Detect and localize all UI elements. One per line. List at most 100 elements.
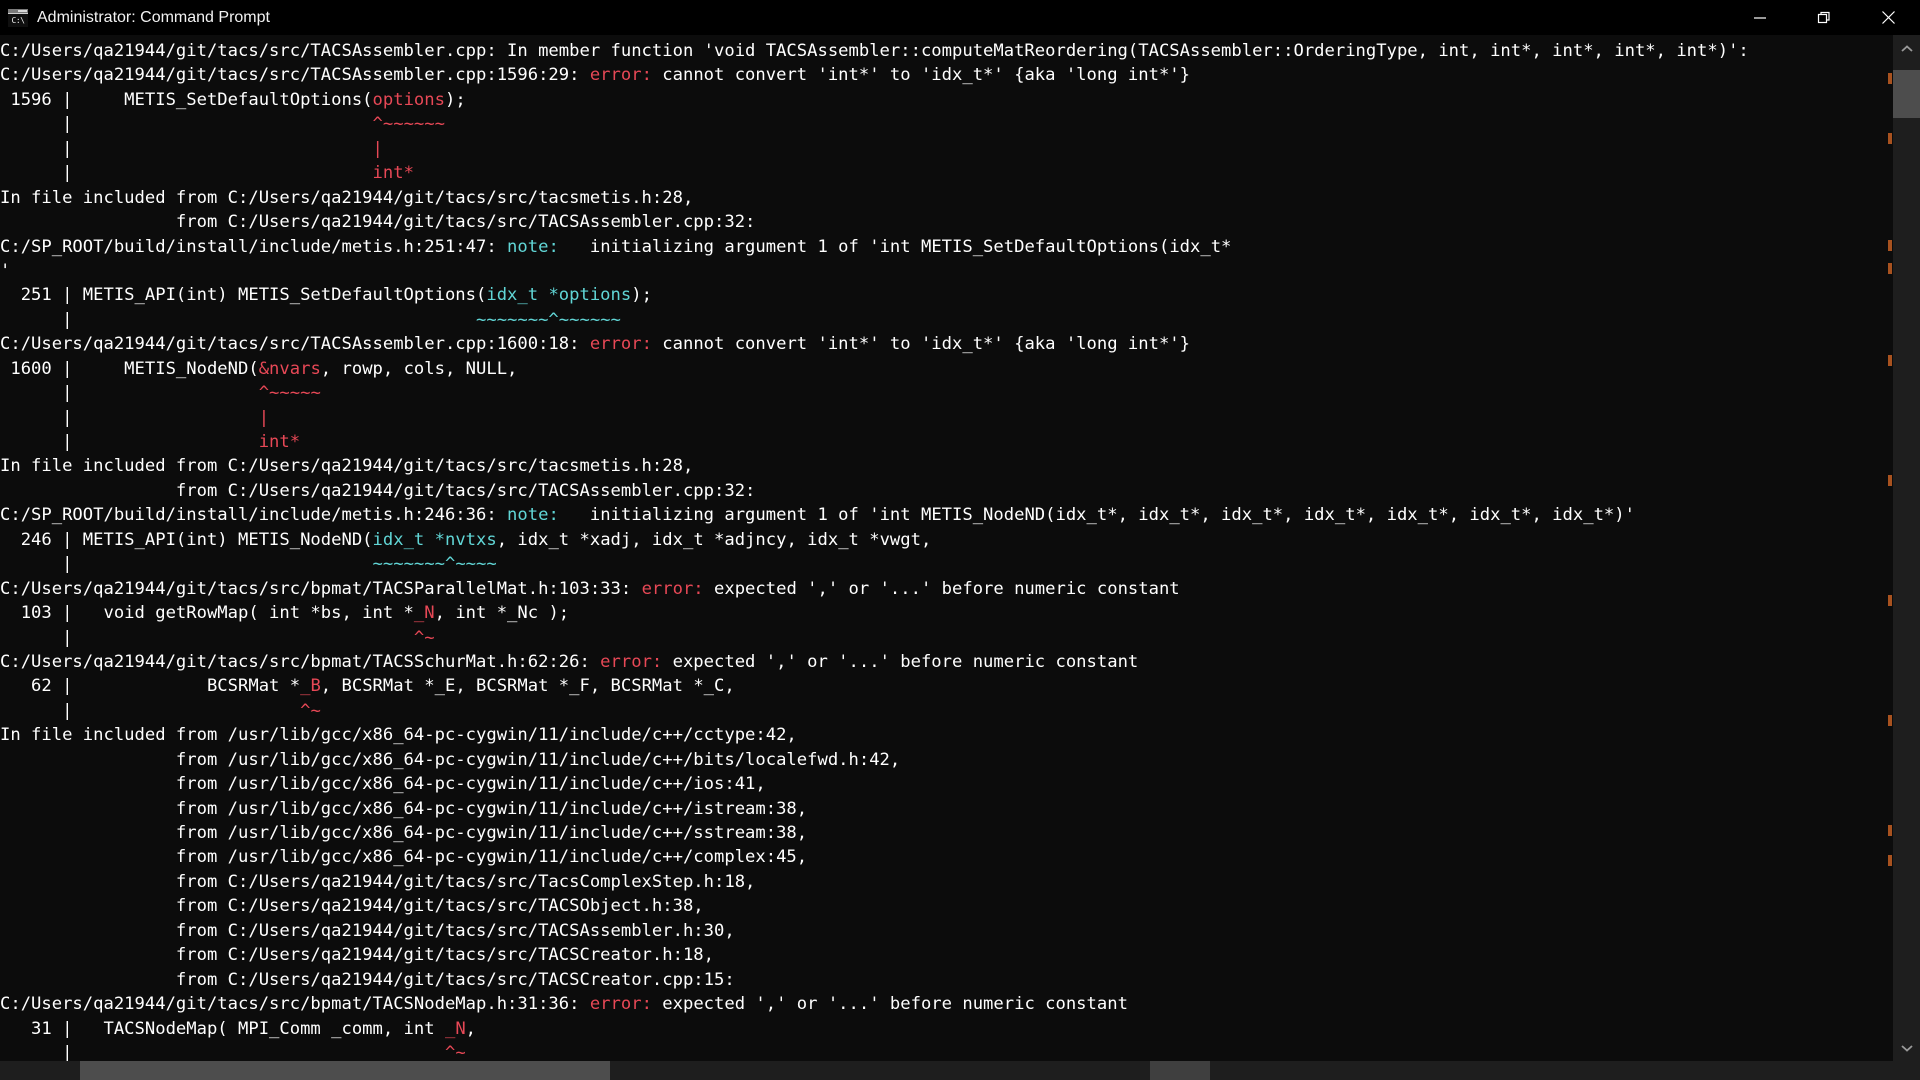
terminal-span: | <box>0 627 414 648</box>
terminal-line: C:/Users/qa21944/git/tacs/src/bpmat/TACS… <box>0 992 1893 1016</box>
terminal-span: from C:/Users/qa21944/git/tacs/src/TacsC… <box>0 871 756 892</box>
terminal-line: C:/Users/qa21944/git/tacs/src/TACSAssemb… <box>0 63 1893 87</box>
terminal-span: ~~~~~~~^~~~~ <box>372 554 497 575</box>
terminal-span: error: <box>589 334 652 355</box>
terminal-span: idx_t *options <box>486 285 632 306</box>
maximize-restore-button[interactable] <box>1792 0 1856 35</box>
scroll-up-arrow-icon[interactable] <box>1893 35 1920 62</box>
horizontal-scrollbar-segment[interactable] <box>1150 1061 1210 1080</box>
terminal-span: _B <box>300 676 321 697</box>
terminal-span: _N <box>444 1018 466 1039</box>
terminal-span: ^~~~~~~ <box>372 114 445 135</box>
terminal-line: | | <box>0 406 1893 430</box>
terminal-span: initializing argument 1 of 'int METIS_Se… <box>558 236 1232 257</box>
scrollbar-corner <box>1893 1061 1920 1080</box>
console-output-area[interactable]: C:/Users/qa21944/git/tacs/src/TACSAssemb… <box>0 35 1920 1080</box>
terminal-line: from /usr/lib/gcc/x86_64-pc-cygwin/11/in… <box>0 821 1893 845</box>
terminal-span: ~~~~~~~^~~~~~~ <box>476 309 621 330</box>
terminal-span: C:/Users/qa21944/git/tacs/src/bpmat/TACS… <box>0 651 601 672</box>
terminal-span: expected ',' or '...' before numeric con… <box>662 651 1139 672</box>
terminal-line: C:/Users/qa21944/git/tacs/src/TACSAssemb… <box>0 39 1893 63</box>
window-titlebar[interactable]: C:\ Administrator: Command Prompt <box>0 0 1920 35</box>
terminal-line: C:/Users/qa21944/git/tacs/src/bpmat/TACS… <box>0 577 1893 601</box>
terminal-span: | <box>0 700 301 721</box>
terminal-span: note: <box>507 505 559 526</box>
terminal-span: | <box>0 1042 445 1063</box>
terminal-line: | ^~ <box>0 626 1893 650</box>
terminal-line: 31 | TACSNodeMap( MPI_Comm _comm, int _N… <box>0 1017 1893 1041</box>
horizontal-scrollbar[interactable] <box>0 1061 1920 1080</box>
terminal-span: | <box>0 163 373 184</box>
terminal-span: | <box>0 138 373 159</box>
terminal-span: | <box>372 138 383 159</box>
terminal-span: from C:/Users/qa21944/git/tacs/src/TACSC… <box>0 969 735 990</box>
terminal-span: C:/Users/qa21944/git/tacs/src/TACSAssemb… <box>0 65 590 86</box>
terminal-span: 1596 | METIS_SetDefaultOptions( <box>0 89 373 110</box>
vertical-scrollbar-thumb[interactable] <box>1893 70 1920 118</box>
terminal-span: C:/SP_ROOT/build/install/include/metis.h… <box>0 236 508 257</box>
terminal-span: int* <box>372 163 414 184</box>
terminal-span: int* <box>258 432 301 452</box>
terminal-line: 251 | METIS_API(int) METIS_SetDefaultOpt… <box>0 283 1893 307</box>
terminal-line: C:/Users/qa21944/git/tacs/src/bpmat/TACS… <box>0 650 1893 674</box>
terminal-span: expected ',' or '...' before numeric con… <box>703 578 1180 599</box>
terminal-span: 1600 | METIS_NodeND( <box>0 358 259 379</box>
terminal-span: ^~ <box>413 627 435 648</box>
terminal-line: from /usr/lib/gcc/x86_64-pc-cygwin/11/in… <box>0 845 1893 869</box>
window-title: Administrator: Command Prompt <box>37 9 270 26</box>
terminal-span: , rowp, cols, NULL, <box>320 358 518 379</box>
terminal-span: from C:/Users/qa21944/git/tacs/src/TACSA… <box>0 480 756 501</box>
terminal-line: 103 | void getRowMap( int *bs, int *_N, … <box>0 601 1893 625</box>
terminal-line: | int* <box>0 161 1893 185</box>
scroll-down-arrow-icon[interactable] <box>1893 1034 1920 1061</box>
terminal-span: error: <box>589 65 652 86</box>
terminal-span: 62 | BCSRMat * <box>0 676 301 697</box>
terminal-span: ^~ <box>300 700 321 721</box>
terminal-span: ' <box>0 260 11 281</box>
close-button[interactable] <box>1856 0 1920 35</box>
terminal-span: ^~ <box>444 1042 466 1063</box>
terminal-span: ^~~~~~ <box>258 383 321 404</box>
terminal-line: | | <box>0 137 1893 161</box>
terminal-span: ); <box>631 285 652 306</box>
terminal-line: In file included from /usr/lib/gcc/x86_6… <box>0 723 1893 747</box>
titlebar-drag-region[interactable] <box>270 0 1728 35</box>
terminal-span: cannot convert 'int*' to 'idx_t*' {aka '… <box>651 65 1191 86</box>
terminal-text[interactable]: C:/Users/qa21944/git/tacs/src/TACSAssemb… <box>0 35 1893 1080</box>
terminal-span: note: <box>507 236 559 257</box>
terminal-span: | <box>0 407 259 428</box>
minimize-button[interactable] <box>1728 0 1792 35</box>
terminal-line: 62 | BCSRMat *_B, BCSRMat *_E, BCSRMat *… <box>0 674 1893 698</box>
window-controls <box>1728 0 1920 35</box>
terminal-line: | ^~~~~~ <box>0 381 1893 405</box>
terminal-line: from C:/Users/qa21944/git/tacs/src/TACSO… <box>0 894 1893 918</box>
terminal-span: , int *_Nc ); <box>434 603 570 624</box>
terminal-line: ' <box>0 259 1893 283</box>
terminal-span: | <box>0 383 259 404</box>
terminal-span: initializing argument 1 of 'int METIS_No… <box>558 505 1635 526</box>
terminal-line: In file included from C:/Users/qa21944/g… <box>0 454 1893 478</box>
horizontal-scrollbar-thumb[interactable] <box>80 1061 610 1080</box>
terminal-span: | <box>0 309 476 330</box>
terminal-line: from C:/Users/qa21944/git/tacs/src/TACSC… <box>0 943 1893 967</box>
terminal-line: | ~~~~~~~^~~~~~~ <box>0 308 1893 332</box>
terminal-line: 1596 | METIS_SetDefaultOptions(options); <box>0 88 1893 112</box>
terminal-span: 246 | METIS_API(int) METIS_NodeND( <box>0 529 373 550</box>
terminal-span: cannot convert 'int*' to 'idx_t*' {aka '… <box>651 334 1191 355</box>
vertical-scrollbar[interactable] <box>1893 35 1920 1080</box>
terminal-span: | <box>0 432 259 452</box>
terminal-line: from C:/Users/qa21944/git/tacs/src/TACSA… <box>0 210 1893 234</box>
terminal-span: from /usr/lib/gcc/x86_64-pc-cygwin/11/in… <box>0 847 808 868</box>
terminal-span: In file included from C:/Users/qa21944/g… <box>0 456 694 477</box>
terminal-span: 31 | TACSNodeMap( MPI_Comm _comm, int <box>0 1018 445 1039</box>
terminal-line: C:/SP_ROOT/build/install/include/metis.h… <box>0 503 1893 527</box>
terminal-span: C:/Users/qa21944/git/tacs/src/TACSAssemb… <box>0 334 590 355</box>
terminal-span: | <box>0 114 373 135</box>
terminal-line: from C:/Users/qa21944/git/tacs/src/TACSC… <box>0 968 1893 992</box>
terminal-span: options <box>372 89 445 110</box>
terminal-span: idx_t *nvtxs <box>372 529 497 550</box>
terminal-span: from C:/Users/qa21944/git/tacs/src/TACSO… <box>0 896 704 917</box>
terminal-span: &nvars <box>258 358 321 379</box>
terminal-span: 103 | void getRowMap( int *bs, int * <box>0 603 414 624</box>
terminal-span: , <box>465 1018 477 1039</box>
